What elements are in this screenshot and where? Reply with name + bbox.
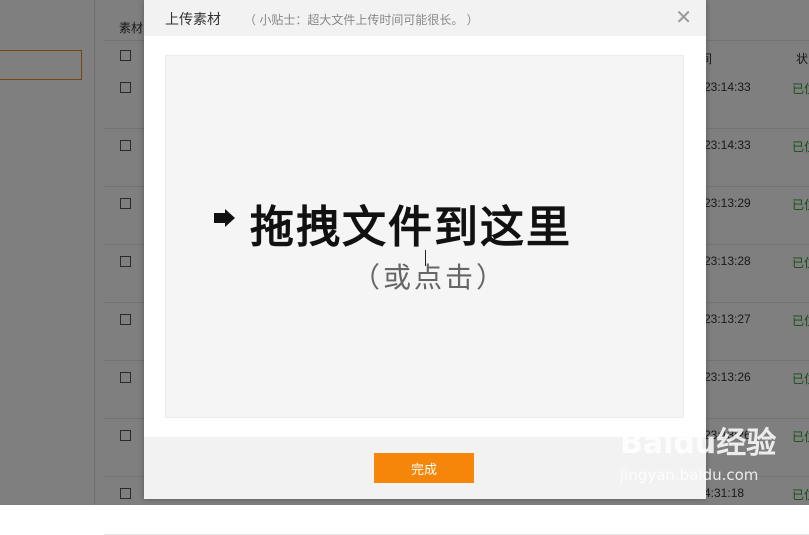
dropzone-sub-text: （或点击）: [352, 262, 508, 293]
text-cursor: [425, 250, 426, 266]
watermark-url: jingyan.baidu.com: [620, 466, 759, 484]
close-icon[interactable]: ✕: [675, 5, 692, 30]
watermark: Baidu经验 jingyan.baidu.com: [620, 418, 776, 488]
modal-header: 上传素材 （ 小贴士：超大文件上传时间可能很长。 ） ✕: [144, 0, 706, 36]
done-button[interactable]: 完成: [374, 453, 474, 483]
watermark-brand: Baidu经验: [620, 426, 777, 461]
modal-tip: （ 小贴士：超大文件上传时间可能很长。 ）: [244, 13, 479, 27]
arrow-right-icon: [214, 209, 235, 227]
dropzone-main-text: 拖拽文件到这里: [250, 203, 572, 252]
modal-title: 上传素材: [165, 11, 221, 27]
file-dropzone[interactable]: 拖拽文件到这里 （或点击）: [165, 55, 684, 418]
